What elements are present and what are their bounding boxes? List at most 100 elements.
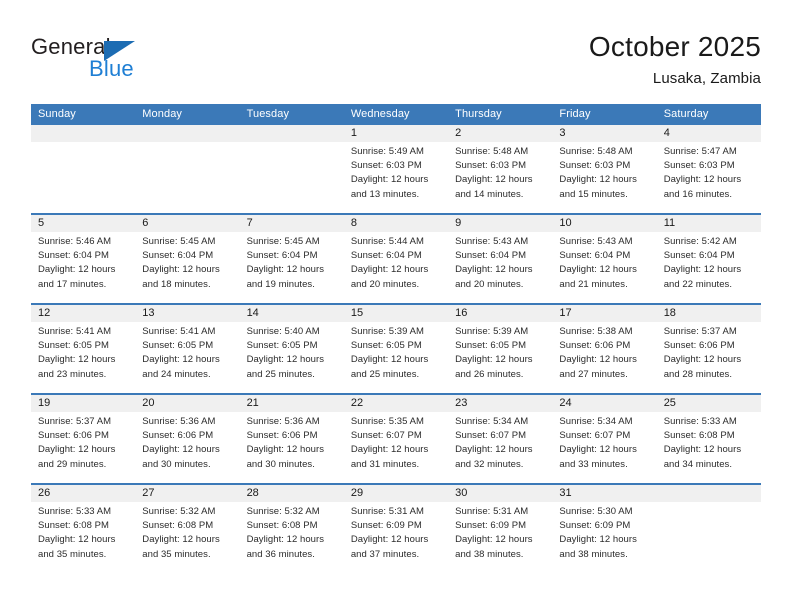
day-number: 5 — [31, 215, 136, 232]
day-cell[interactable]: 29 Sunrise: 5:31 AM Sunset: 6:09 PM Dayligh… — [343, 485, 449, 573]
day-details: Sunrise: 5:30 AM Sunset: 6:09 PM Daylight:… — [552, 502, 656, 562]
weekday-header-tuesday: Tuesday — [246, 108, 290, 120]
day-number — [239, 125, 344, 142]
daylight-text: Daylight: 12 hours — [246, 534, 325, 546]
sunrise-text: Sunrise: 5:34 AM — [559, 416, 633, 427]
day-details: Sunrise: 5:33 AM Sunset: 6:08 PM Daylight:… — [657, 412, 761, 472]
day-number: 15 — [343, 305, 449, 322]
day-number — [31, 125, 136, 142]
calendar-page: General Blue October 2025 Lusaka, Zambia… — [0, 0, 792, 612]
sunset-text: Sunset: 6:05 PM — [38, 340, 109, 352]
daylight-text: Daylight: 12 hours — [350, 174, 429, 186]
sunset-text: Sunset: 6:06 PM — [559, 340, 631, 352]
day-cell[interactable]: 2 Sunrise: 5:48 AM Sunset: 6:03 PM Daylight… — [448, 125, 553, 213]
day-cell[interactable]: 11 Sunrise: 5:42 AM Sunset: 6:04 PM Dayligh… — [656, 215, 761, 303]
day-cell[interactable]: 1 Sunrise: 5:49 AM Sunset: 6:03 PM Daylight… — [343, 125, 449, 213]
day-cell[interactable]: 28 Sunrise: 5:32 AM Sunset: 6:08 PM Dayligh… — [239, 485, 344, 573]
daylight-text-cont: and 25 minutes. — [246, 368, 315, 380]
day-cell[interactable]: 3 Sunrise: 5:48 AM Sunset: 6:03 PM Daylight… — [552, 125, 657, 213]
daylight-text-cont: and 20 minutes. — [350, 278, 420, 290]
day-number: 18 — [656, 305, 761, 322]
day-cell[interactable]: 26 Sunrise: 5:33 AM Sunset: 6:08 PM Dayligh… — [31, 485, 136, 573]
day-details: Sunrise: 5:41 AM Sunset: 6:05 PM Daylight:… — [31, 322, 135, 382]
calendar-week-cells: 26 Sunrise: 5:33 AM Sunset: 6:08 PM Dayligh… — [31, 485, 761, 573]
day-details: Sunrise: 5:46 AM Sunset: 6:04 PM Daylight:… — [31, 232, 135, 292]
weekday-header-thursday: Thursday — [455, 108, 502, 120]
day-cell[interactable]: 30 Sunrise: 5:31 AM Sunset: 6:09 PM Dayligh… — [448, 485, 553, 573]
day-cell[interactable]: 24 Sunrise: 5:34 AM Sunset: 6:07 PM Dayligh… — [552, 395, 657, 483]
day-cell[interactable]: 10 Sunrise: 5:43 AM Sunset: 6:04 PM Dayligh… — [552, 215, 657, 303]
day-number: 29 — [343, 485, 449, 502]
sunset-text: Sunset: 6:06 PM — [246, 430, 318, 442]
day-details: Sunrise: 5:39 AM Sunset: 6:05 PM Daylight:… — [344, 322, 448, 382]
day-number: 4 — [656, 125, 761, 142]
day-cell[interactable]: 20 Sunrise: 5:36 AM Sunset: 6:06 PM Dayligh… — [135, 395, 240, 483]
day-cell[interactable]: 4 Sunrise: 5:47 AM Sunset: 6:03 PM Daylight… — [656, 125, 761, 213]
daylight-text: Daylight: 12 hours — [38, 354, 116, 366]
sunset-text: Sunset: 6:09 PM — [455, 520, 527, 532]
day-cell[interactable]: 15 Sunrise: 5:39 AM Sunset: 6:05 PM Dayligh… — [343, 305, 449, 393]
day-details: Sunrise: 5:37 AM Sunset: 6:06 PM Daylight:… — [657, 322, 761, 382]
day-details: Sunrise: 5:49 AM Sunset: 6:03 PM Daylight:… — [344, 142, 448, 202]
day-cell[interactable]: 18 Sunrise: 5:37 AM Sunset: 6:06 PM Dayligh… — [656, 305, 761, 393]
daylight-text-cont: and 13 minutes. — [350, 188, 420, 200]
daylight-text: Daylight: 12 hours — [559, 174, 637, 186]
page-title: October 2025 — [588, 31, 761, 62]
day-details: Sunrise: 5:31 AM Sunset: 6:09 PM Daylight:… — [448, 502, 552, 562]
day-cell[interactable]: 13 Sunrise: 5:41 AM Sunset: 6:05 PM Dayligh… — [135, 305, 240, 393]
daylight-text: Daylight: 12 hours — [559, 264, 637, 276]
day-details: Sunrise: 5:38 AM Sunset: 6:06 PM Daylight:… — [552, 322, 656, 382]
sunrise-text: Sunrise: 5:32 AM — [142, 506, 216, 517]
daylight-text-cont: and 38 minutes. — [455, 548, 524, 560]
daylight-text-cont: and 32 minutes. — [455, 458, 524, 470]
day-cell[interactable]: 16 Sunrise: 5:39 AM Sunset: 6:05 PM Dayligh… — [448, 305, 553, 393]
day-cell[interactable]: 8 Sunrise: 5:44 AM Sunset: 6:04 PM Daylight… — [343, 215, 449, 303]
day-cell[interactable]: 17 Sunrise: 5:38 AM Sunset: 6:06 PM Dayligh… — [552, 305, 657, 393]
calendar-week-cells: 12 Sunrise: 5:41 AM Sunset: 6:05 PM Dayligh… — [31, 305, 761, 393]
day-cell[interactable]: 5 Sunrise: 5:46 AM Sunset: 6:04 PM Daylight… — [31, 215, 136, 303]
day-number: 8 — [343, 215, 449, 232]
day-details: Sunrise: 5:32 AM Sunset: 6:08 PM Daylight:… — [240, 502, 344, 562]
weekday-header-friday: Friday — [559, 108, 591, 120]
daylight-text-cont: and 23 minutes. — [38, 368, 107, 380]
daylight-text-cont: and 35 minutes. — [38, 548, 107, 560]
day-number: 26 — [31, 485, 136, 502]
sunset-text: Sunset: 6:05 PM — [142, 340, 214, 352]
daylight-text: Daylight: 12 hours — [246, 444, 325, 456]
sunset-text: Sunset: 6:04 PM — [663, 250, 735, 262]
daylight-text-cont: and 16 minutes. — [663, 188, 733, 200]
weekday-header-saturday: Saturday — [663, 108, 709, 120]
day-cell[interactable]: 14 Sunrise: 5:40 AM Sunset: 6:05 PM Dayligh… — [239, 305, 344, 393]
daylight-text: Daylight: 12 hours — [455, 174, 533, 186]
day-cell[interactable]: 25 Sunrise: 5:33 AM Sunset: 6:08 PM Dayligh… — [656, 395, 761, 483]
day-cell[interactable]: 12 Sunrise: 5:41 AM Sunset: 6:05 PM Dayligh… — [31, 305, 136, 393]
sunrise-text: Sunrise: 5:37 AM — [38, 416, 112, 427]
day-cell[interactable]: 22 Sunrise: 5:35 AM Sunset: 6:07 PM Dayligh… — [343, 395, 449, 483]
sunrise-text: Sunrise: 5:46 AM — [38, 236, 112, 247]
day-cell[interactable]: 6 Sunrise: 5:45 AM Sunset: 6:04 PM Daylight… — [135, 215, 240, 303]
daylight-text: Daylight: 12 hours — [559, 534, 637, 546]
general-blue-logo[interactable]: General Blue — [31, 34, 211, 90]
day-details: Sunrise: 5:33 AM Sunset: 6:08 PM Daylight:… — [31, 502, 135, 562]
day-details: Sunrise: 5:48 AM Sunset: 6:03 PM Daylight:… — [448, 142, 552, 202]
weekday-header-sunday: Sunday — [38, 108, 76, 120]
daylight-text: Daylight: 12 hours — [455, 264, 533, 276]
daylight-text: Daylight: 12 hours — [455, 354, 533, 366]
day-details: Sunrise: 5:44 AM Sunset: 6:04 PM Daylight:… — [344, 232, 448, 292]
weekday-header-wednesday: Wednesday — [350, 108, 410, 120]
day-cell-empty — [239, 125, 344, 213]
day-cell[interactable]: 23 Sunrise: 5:34 AM Sunset: 6:07 PM Dayligh… — [448, 395, 553, 483]
day-cell[interactable]: 21 Sunrise: 5:36 AM Sunset: 6:06 PM Dayligh… — [239, 395, 344, 483]
day-cell[interactable]: 27 Sunrise: 5:32 AM Sunset: 6:08 PM Dayligh… — [135, 485, 240, 573]
sunrise-text: Sunrise: 5:41 AM — [142, 326, 216, 337]
daylight-text: Daylight: 12 hours — [663, 354, 742, 366]
day-number: 30 — [448, 485, 553, 502]
day-details: Sunrise: 5:36 AM Sunset: 6:06 PM Daylight:… — [135, 412, 239, 472]
day-cell[interactable]: 19 Sunrise: 5:37 AM Sunset: 6:06 PM Dayligh… — [31, 395, 136, 483]
day-cell[interactable]: 7 Sunrise: 5:45 AM Sunset: 6:04 PM Daylight… — [239, 215, 344, 303]
day-cell[interactable]: 9 Sunrise: 5:43 AM Sunset: 6:04 PM Daylight… — [448, 215, 553, 303]
sunrise-text: Sunrise: 5:48 AM — [455, 146, 529, 157]
daylight-text-cont: and 26 minutes. — [455, 368, 524, 380]
day-number: 21 — [239, 395, 344, 412]
day-cell[interactable]: 31 Sunrise: 5:30 AM Sunset: 6:09 PM Dayligh… — [552, 485, 657, 573]
